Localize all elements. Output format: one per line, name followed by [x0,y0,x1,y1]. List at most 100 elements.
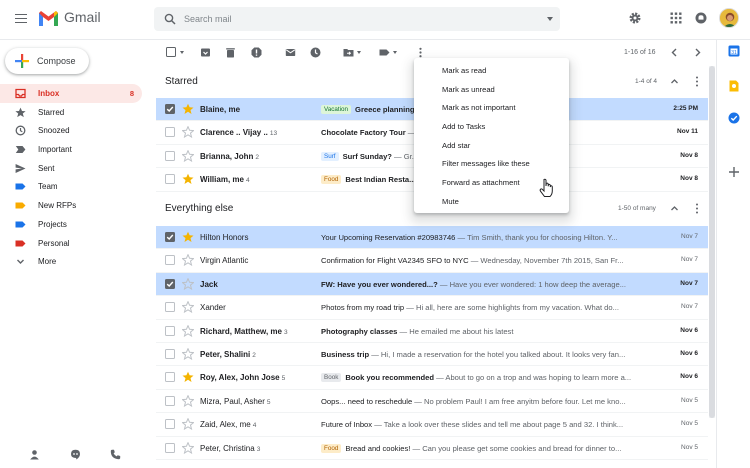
section-more-icon[interactable] [695,76,699,87]
gmail-logo-icon[interactable] [38,10,59,27]
menu-item-mark-as-read[interactable]: Mark as read [414,62,569,81]
message-row[interactable]: Peter, Shalini 2 Business trip — Hi, I mad… [156,343,708,367]
row-checkbox[interactable] [165,325,175,336]
star-filled-icon[interactable] [182,231,194,243]
message-preview: FW: Have you ever wondered...? — Have yo… [321,280,643,289]
archive-icon[interactable] [200,47,211,58]
row-checkbox[interactable] [165,150,175,161]
row-checkbox[interactable] [165,349,175,359]
sidebar-item-important[interactable]: Important [0,140,142,159]
row-checkbox[interactable] [165,372,175,383]
menu-item-mark-not-important[interactable]: Mark as not important [414,99,569,118]
sidebar-item-new-rfps[interactable]: New RFPs [0,196,142,215]
collapse-section-icon[interactable] [670,204,679,213]
sidebar-item-projects[interactable]: Projects [0,215,142,234]
message-row[interactable]: Peter, Christina 3 Food Bread and cookies! … [156,436,708,460]
message-row[interactable]: Xander Photos from my road trip — Hi all,… [156,296,708,320]
message-row[interactable]: Zaid, Alex, me 4 Future of Inbox — Take a … [156,413,708,437]
star-outline-icon[interactable] [182,126,194,139]
sidebar-item-sent[interactable]: Sent [0,159,142,178]
keep-notes-icon[interactable] [728,80,740,92]
previous-page-icon[interactable] [669,47,680,58]
star-outline-icon[interactable] [182,348,194,360]
row-checkbox[interactable] [165,442,175,453]
star-outline-icon[interactable] [182,254,194,267]
move-menu-caret-icon[interactable] [357,51,361,54]
menu-item-mark-as-unread[interactable]: Mark as unread [414,81,569,100]
labels-menu-caret-icon[interactable] [393,51,397,54]
sidebar-item-more[interactable]: More [0,252,142,271]
star-filled-icon[interactable] [182,371,194,383]
section-more-icon[interactable] [695,203,699,214]
more-vert-icon[interactable] [415,47,426,58]
row-checkbox[interactable] [165,255,175,266]
row-checkbox[interactable] [165,278,175,289]
thread-count: 5 [281,375,286,383]
thread-count: 4 [252,422,257,430]
star-outline-icon[interactable] [182,301,194,314]
menu-item-add-to-tasks[interactable]: Add to Tasks [414,118,569,137]
notifications-icon[interactable] [694,11,708,25]
star-filled-icon[interactable] [182,103,194,115]
message-subject: Oops... need to reschedule [321,396,413,406]
phone-icon[interactable] [110,449,121,460]
snooze-clock-icon[interactable] [310,47,321,58]
add-addon-plus-icon[interactable] [728,166,740,178]
sidebar-item-snoozed[interactable]: Snoozed [0,121,142,140]
thread-count: 4 [245,177,250,185]
apps-grid-icon[interactable] [669,11,683,25]
row-checkbox[interactable] [165,395,175,406]
star-outline-icon[interactable] [182,324,194,337]
move-to-folder-icon[interactable] [343,47,354,58]
search-options-icon[interactable] [547,17,553,21]
row-checkbox[interactable] [165,232,175,242]
select-all-checkbox[interactable] [166,47,176,57]
contacts-icon[interactable] [29,449,40,460]
sidebar-item-starred[interactable]: Starred [0,103,142,122]
message-row[interactable]: Jack FW: Have you ever wondered...? — Hav… [156,272,708,297]
hangouts-icon[interactable] [70,449,81,460]
account-avatar[interactable] [719,8,739,28]
message-row[interactable]: Richard, Matthew, me 3 Photography classes… [156,319,708,343]
sidebar-item-inbox[interactable]: Inbox 8 [0,84,142,103]
next-page-icon[interactable] [692,47,703,58]
compose-button[interactable]: Compose [5,48,89,74]
star-outline-icon[interactable] [182,149,194,162]
settings-gear-icon[interactable] [628,11,642,25]
star-filled-icon[interactable] [182,173,194,185]
sender-name: Jack [200,279,218,289]
sidebar-item-personal[interactable]: Personal [0,234,142,253]
row-checkbox[interactable] [165,104,175,114]
main-menu-icon[interactable] [15,14,27,24]
search-icon[interactable] [164,13,176,25]
star-outline-icon[interactable] [182,394,194,407]
row-checkbox[interactable] [165,174,175,185]
menu-item-filter-messages[interactable]: Filter messages like these [414,155,569,174]
collapse-section-icon[interactable] [670,77,679,86]
star-outline-icon[interactable] [182,418,194,431]
search-input[interactable] [184,12,524,26]
message-row[interactable]: Mizra, Paul, Asher 5 Oops... need to resch… [156,389,708,414]
row-checkbox[interactable] [165,127,175,138]
search-bar[interactable] [154,7,560,31]
row-checkbox[interactable] [165,302,175,313]
row-checkbox[interactable] [165,419,175,430]
message-date: Nov 6 [680,350,698,357]
scrollbar-thumb[interactable] [709,66,715,418]
message-row[interactable]: Virgin Atlantic Confirmation for Flight V… [156,249,708,273]
svg-text:31: 31 [731,50,737,56]
message-preview: Food Bread and cookies! — Can you please … [321,443,643,453]
calendar-icon[interactable]: 31 [728,45,740,57]
select-menu-caret-icon[interactable] [180,51,184,54]
message-row[interactable]: Roy, Alex, John Jose 5 Book Book you recomm… [156,366,708,390]
report-spam-icon[interactable] [251,47,262,58]
tasks-icon[interactable] [728,112,740,124]
mark-unread-envelope-icon[interactable] [285,47,296,58]
message-row[interactable]: Hilton Honors Your Upcoming Reservation #… [156,226,708,250]
labels-icon[interactable] [379,47,390,58]
sidebar-item-team[interactable]: Team [0,177,142,196]
star-outline-icon[interactable] [182,441,194,454]
menu-item-add-star[interactable]: Add star [414,137,569,156]
star-outline-icon[interactable] [182,277,194,290]
delete-icon[interactable] [225,47,236,58]
